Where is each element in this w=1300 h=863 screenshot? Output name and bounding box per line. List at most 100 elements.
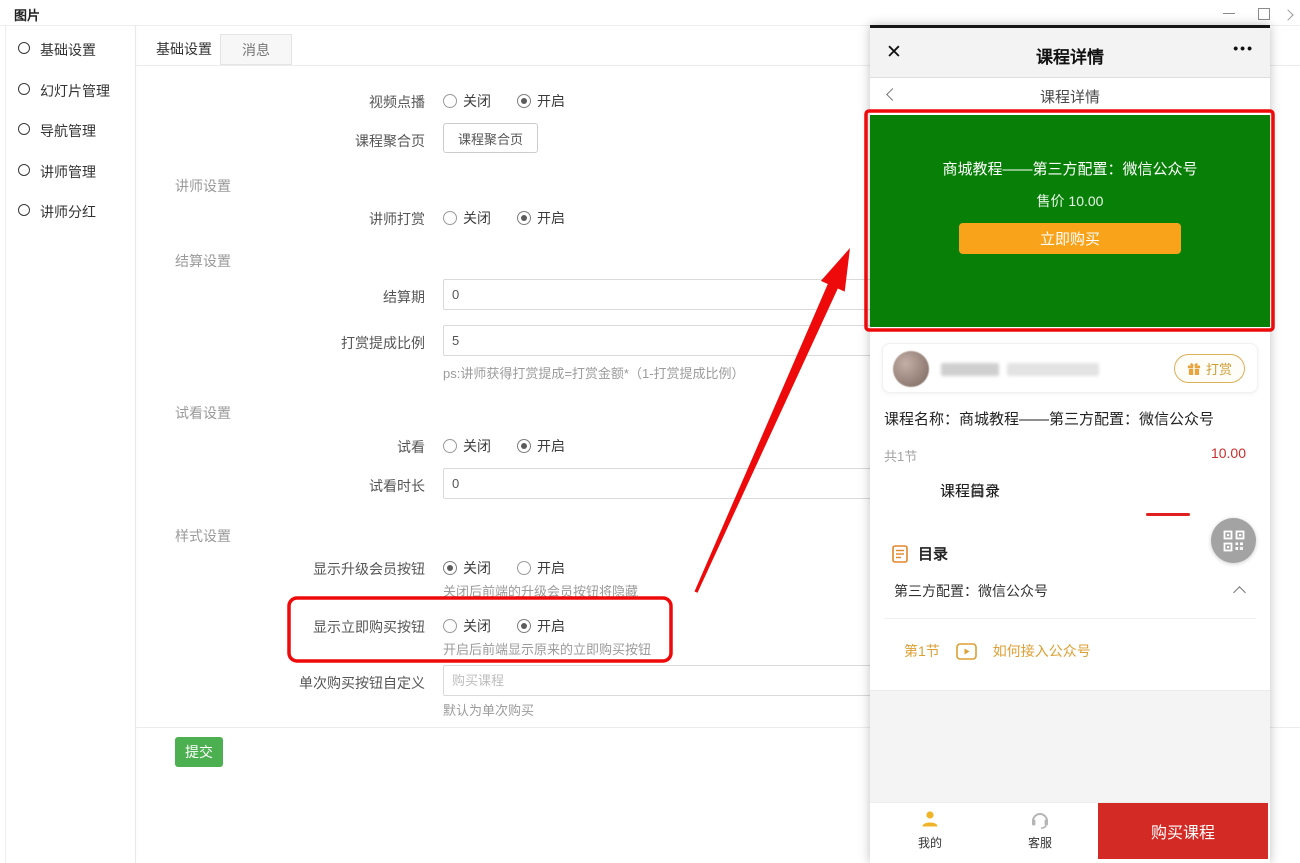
phone-preview: ✕ 课程详情 ••• 课程详情 商城教程——第三方配置：微信公众号 售价 10.… bbox=[870, 25, 1270, 863]
buy-now-button[interactable]: 立即购买 bbox=[959, 223, 1181, 254]
tab-basic-settings[interactable]: 基础设置 bbox=[148, 34, 220, 65]
banner-course-title: 商城教程——第三方配置：微信公众号 bbox=[870, 158, 1270, 179]
radio-off[interactable]: 关闭 bbox=[443, 558, 491, 578]
qr-code-button[interactable] bbox=[1211, 518, 1256, 563]
section-teacher-settings: 讲师设置 bbox=[175, 176, 231, 196]
phone-navbar: 课程详情 bbox=[870, 78, 1270, 112]
more-menu-icon[interactable]: ••• bbox=[1233, 40, 1254, 56]
radio-icon bbox=[443, 211, 457, 225]
chapter-divider bbox=[884, 618, 1256, 619]
section-settlement-settings: 结算设置 bbox=[175, 251, 231, 271]
sidebar-item-label: 幻灯片管理 bbox=[40, 81, 110, 101]
radio-off[interactable]: 关闭 bbox=[443, 91, 491, 111]
course-banner: 商城教程——第三方配置：微信公众号 售价 10.00 立即购买 bbox=[870, 115, 1270, 327]
circle-icon bbox=[18, 204, 30, 216]
sidebar-item-label: 讲师管理 bbox=[40, 162, 96, 182]
radio-off[interactable]: 关闭 bbox=[443, 616, 491, 636]
reward-radio-group: 关闭 开启 bbox=[443, 209, 565, 227]
sidebar-divider bbox=[135, 26, 136, 863]
lesson-row[interactable]: 第1节 如何接入公众号 bbox=[904, 641, 1091, 661]
maximize-icon[interactable] bbox=[1256, 6, 1270, 20]
radio-icon bbox=[517, 94, 531, 108]
radio-label: 开启 bbox=[537, 558, 565, 578]
radio-on[interactable]: 开启 bbox=[517, 616, 565, 636]
sidebar-item-label: 讲师分红 bbox=[40, 202, 96, 222]
avatar bbox=[893, 351, 929, 387]
radio-label: 关闭 bbox=[463, 616, 491, 636]
qr-icon bbox=[1223, 530, 1245, 552]
field-label-single-buy: 单次购买按钮自定义 bbox=[160, 673, 425, 693]
radio-label: 关闭 bbox=[463, 436, 491, 456]
buy-helper: 开启后前端显示原来的立即购买按钮 bbox=[443, 639, 651, 658]
circle-icon bbox=[18, 42, 30, 54]
sidebar-item-slides[interactable]: 幻灯片管理 bbox=[6, 79, 134, 101]
tabbar-item-mine[interactable]: 我的 bbox=[890, 809, 970, 851]
course-price: 10.00 bbox=[1211, 445, 1246, 461]
sidebar-item-navigation[interactable]: 导航管理 bbox=[6, 119, 134, 141]
radio-icon bbox=[443, 439, 457, 453]
submit-button[interactable]: 提交 bbox=[175, 737, 223, 767]
chevron-right-icon[interactable] bbox=[1284, 6, 1298, 20]
phone-nav-title: 课程详情 bbox=[870, 86, 1270, 107]
sidebar-item-label: 导航管理 bbox=[40, 121, 96, 141]
radio-off[interactable]: 关闭 bbox=[443, 436, 491, 456]
empty-area bbox=[870, 690, 1270, 802]
radio-on[interactable]: 开启 bbox=[517, 558, 565, 578]
phone-title: 课程详情 bbox=[870, 43, 1270, 68]
field-label-trial: 试看 bbox=[160, 437, 425, 457]
sidebar-item-teacher-dividend[interactable]: 讲师分红 bbox=[6, 200, 134, 222]
window-title: 图片 bbox=[14, 5, 40, 24]
blurred-name bbox=[941, 363, 999, 376]
phone-titlebar: ✕ 课程详情 ••• bbox=[870, 28, 1270, 78]
tabbar-label: 客服 bbox=[1000, 834, 1080, 851]
section-style-settings: 样式设置 bbox=[175, 526, 231, 546]
radio-on[interactable]: 开启 bbox=[517, 91, 565, 111]
reward-label: 打赏 bbox=[1206, 359, 1232, 378]
field-label-settle-period: 结算期 bbox=[160, 287, 425, 307]
minimize-icon[interactable] bbox=[1222, 6, 1236, 20]
aggregate-page-button[interactable]: 课程聚合页 bbox=[443, 123, 538, 153]
trial-radio-group: 关闭 开启 bbox=[443, 437, 565, 455]
radio-on[interactable]: 开启 bbox=[517, 208, 565, 228]
collapse-chevron-icon[interactable] bbox=[1233, 586, 1246, 599]
radio-off[interactable]: 关闭 bbox=[443, 208, 491, 228]
tabbar-item-service[interactable]: 客服 bbox=[1000, 809, 1080, 851]
buy-course-button[interactable]: 购买课程 bbox=[1098, 803, 1268, 859]
radio-icon bbox=[517, 211, 531, 225]
window-left-border bbox=[5, 26, 6, 863]
field-label-vod: 视频点播 bbox=[160, 92, 425, 112]
circle-icon bbox=[18, 123, 30, 135]
app-window: { "window": { "title": "图片" }, "icons": … bbox=[0, 0, 1300, 863]
radio-on[interactable]: 开启 bbox=[517, 436, 565, 456]
upgrade-radio-group: 关闭 开启 bbox=[443, 559, 565, 577]
field-label-buy-button: 显示立即购买按钮 bbox=[160, 617, 425, 637]
play-video-icon bbox=[956, 643, 977, 660]
field-label-upgrade-button: 显示升级会员按钮 bbox=[160, 559, 425, 579]
document-icon bbox=[892, 545, 908, 563]
tab-course-catalog[interactable]: 课程目录 bbox=[870, 480, 1070, 501]
field-label-reward-ratio: 打赏提成比例 bbox=[160, 333, 425, 353]
tabbar-label: 我的 bbox=[890, 834, 970, 851]
banner-price: 售价 10.00 bbox=[870, 191, 1270, 211]
sidebar-item-label: 基础设置 bbox=[40, 40, 96, 60]
vod-radio-group: 关闭 开启 bbox=[443, 92, 565, 110]
radio-label: 开启 bbox=[537, 616, 565, 636]
radio-icon bbox=[517, 619, 531, 633]
radio-label: 关闭 bbox=[463, 91, 491, 111]
radio-label: 开启 bbox=[537, 436, 565, 456]
course-name-line: 课程名称：商城教程——第三方配置：微信公众号 bbox=[884, 408, 1214, 429]
radio-icon bbox=[443, 561, 457, 575]
catalog-title: 目录 bbox=[918, 543, 948, 564]
field-label-trial-duration: 试看时长 bbox=[160, 476, 425, 496]
reward-pill-button[interactable]: 打赏 bbox=[1174, 354, 1245, 383]
radio-icon bbox=[443, 94, 457, 108]
window-titlebar: 图片 bbox=[0, 0, 1300, 26]
tab-message[interactable]: 消息 bbox=[220, 34, 292, 65]
teacher-card: 打赏 bbox=[882, 343, 1258, 393]
sidebar-item-teachers[interactable]: 讲师管理 bbox=[6, 160, 134, 182]
sidebar-item-basic-settings[interactable]: 基础设置 bbox=[6, 38, 134, 60]
radio-label: 关闭 bbox=[463, 558, 491, 578]
blurred-name bbox=[1007, 363, 1099, 376]
lesson-count: 共1节 bbox=[884, 446, 917, 465]
upgrade-helper: 关闭后前端的升级会员按钮将隐藏 bbox=[443, 581, 638, 600]
